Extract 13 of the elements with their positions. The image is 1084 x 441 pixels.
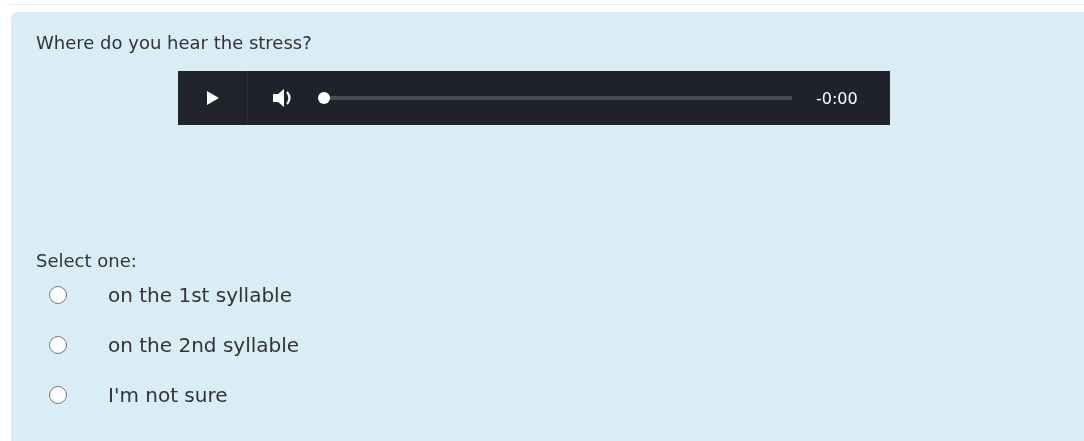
radio-button[interactable] [49, 286, 67, 304]
play-icon [205, 90, 220, 106]
radio-button[interactable] [49, 386, 67, 404]
volume-button[interactable] [272, 87, 294, 109]
option-label[interactable]: on the 1st syllable [108, 283, 292, 307]
seek-handle[interactable] [318, 92, 330, 104]
speaker-icon [272, 87, 294, 109]
radio-button[interactable] [49, 336, 67, 354]
select-prompt: Select one: [36, 249, 138, 273]
time-remaining: -0:00 [816, 88, 858, 108]
option-label[interactable]: on the 2nd syllable [108, 333, 300, 357]
question-text: Where do you hear the stress? [36, 31, 313, 55]
option-label[interactable]: I'm not sure [108, 383, 228, 407]
